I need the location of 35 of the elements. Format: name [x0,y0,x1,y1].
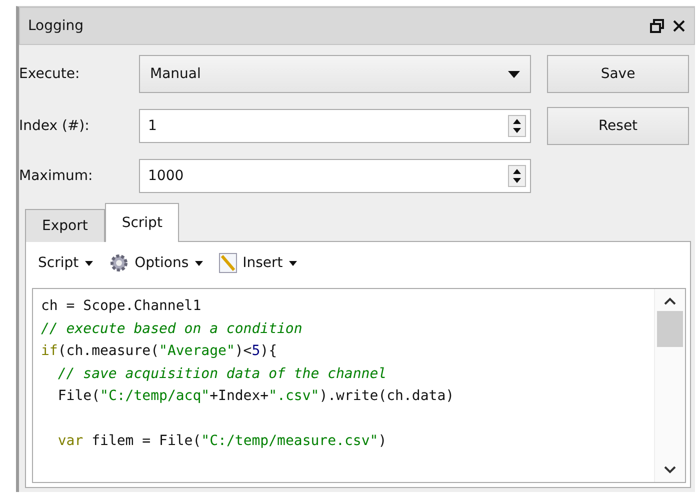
save-button[interactable]: Save [547,55,689,93]
index-spinbox[interactable]: 1 [139,109,531,143]
code-line: ch = Scope.Channel1 [41,297,202,316]
toolbar-menu-button[interactable]: Insert [218,253,297,273]
script-editor[interactable] [32,288,686,483]
execute-dropdown[interactable]: Manual [139,55,531,93]
toolbar-menu-button[interactable]: Options [108,253,203,273]
spinner-arrows-icon[interactable] [508,165,526,187]
float-icon[interactable] [650,19,664,33]
code-line: // execute based on a condition [41,320,304,338]
caret-icon [194,260,203,266]
caret-icon [84,260,93,266]
reset-button[interactable]: Reset [547,107,689,145]
dropdown-arrow-icon [508,70,520,78]
scrollbar[interactable] [654,289,685,482]
code-line: File("C:/temp/acq"+Index+".csv").write(ch.data) [56,387,456,406]
code-line: // save acquisition data of the channel [56,364,388,384]
close-icon[interactable] [672,19,686,33]
caret-icon [288,260,297,266]
spinner-arrows-icon[interactable] [508,115,526,137]
gear-icon [108,253,129,273]
pencil-icon [218,253,237,273]
code-line: var filem = File("C:/temp/measure.csv") [56,432,388,451]
tab[interactable]: Script [104,203,180,242]
field-label: Maximum: [19,168,94,184]
scroll-down-icon[interactable] [664,466,676,474]
scrollbar-thumb[interactable] [657,311,683,347]
toolbar-menu-button[interactable]: Script [38,255,93,271]
code-line: if(ch.measure("Average")<5){ [41,342,278,361]
maximum-spinbox[interactable]: 1000 [139,159,531,193]
field-label: Index (#): [19,118,90,134]
field-label: Execute: [19,66,81,82]
panel-title: Logging [28,18,84,34]
tab[interactable]: Export [25,209,105,242]
scroll-up-icon[interactable] [664,297,676,305]
